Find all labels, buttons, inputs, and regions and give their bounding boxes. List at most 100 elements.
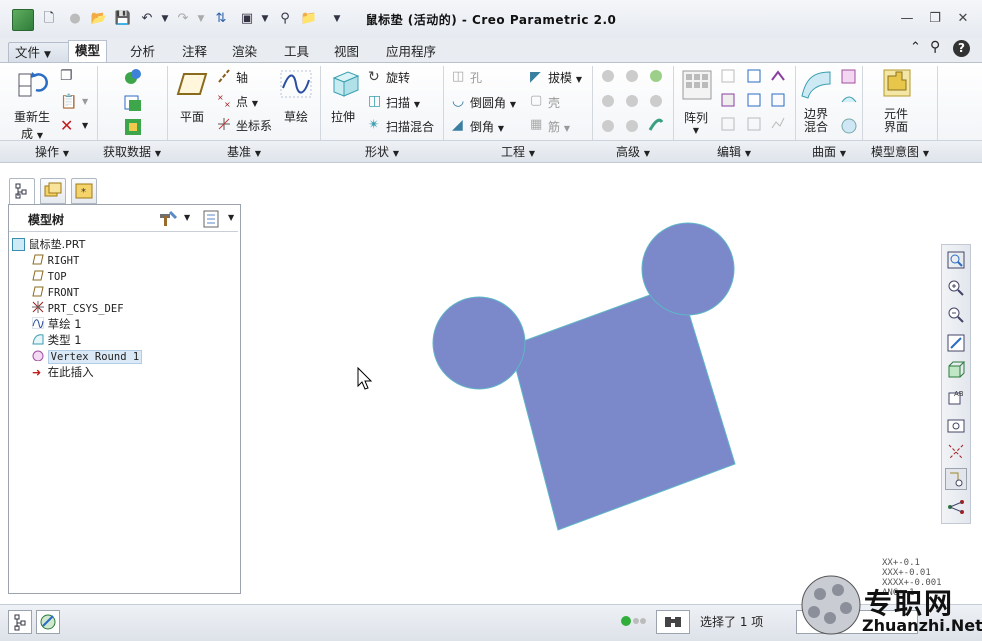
round-button[interactable]: 倒圆角 ▼	[470, 94, 516, 111]
zoom-in-icon[interactable]	[945, 277, 967, 299]
tab-model-tree[interactable]	[9, 178, 35, 206]
surface-tools-icons[interactable]	[840, 68, 858, 136]
minimize-button[interactable]: —	[896, 10, 918, 28]
sketch-icon[interactable]	[280, 70, 312, 98]
tab-view[interactable]: 视图	[328, 42, 365, 62]
point-button[interactable]: 点 ▼	[236, 93, 258, 110]
delete-dropdown-icon[interactable]: ▼	[82, 121, 88, 130]
hole-button[interactable]: 孔	[470, 69, 482, 86]
search-icon[interactable]: ⚲	[930, 39, 940, 55]
tree-node-part[interactable]: 鼠标垫.PRT	[12, 236, 85, 252]
draft-icon[interactable]: ◤	[530, 69, 541, 85]
plane-icon[interactable]	[176, 70, 208, 98]
csys-button[interactable]: 坐标系	[236, 117, 272, 134]
rib-icon[interactable]: ▦	[530, 117, 542, 132]
tab-applications[interactable]: 应用程序	[380, 42, 442, 62]
shrinkwrap-icon[interactable]	[124, 118, 142, 136]
pattern-icon[interactable]	[682, 70, 712, 100]
display-style-icon[interactable]	[945, 359, 967, 381]
tree-node-insert-here[interactable]: ➜ 在此插入	[32, 364, 94, 380]
tree-node-right[interactable]: RIGHT	[32, 252, 79, 268]
group-model-intent[interactable]: 模型意图 ▼	[864, 143, 936, 160]
group-advanced[interactable]: 高级 ▼	[594, 143, 672, 160]
copy-icon[interactable]: ❐	[60, 68, 73, 84]
zoom-out-icon[interactable]	[945, 304, 967, 326]
extrude-icon[interactable]	[330, 68, 360, 98]
csys-icon[interactable]	[216, 116, 232, 132]
swept-blend-icon[interactable]: ✴	[368, 117, 380, 133]
copy-geometry-icon[interactable]	[124, 94, 142, 112]
axis-button[interactable]: 轴	[236, 69, 248, 86]
chamfer-button[interactable]: 倒角 ▼	[470, 118, 504, 135]
close-button[interactable]: ✕	[952, 10, 974, 28]
sweep-button[interactable]: 扫描 ▼	[386, 94, 420, 111]
rib-button[interactable]: 筋 ▼	[548, 118, 570, 135]
component-interface-icon[interactable]	[882, 68, 912, 98]
plane-button[interactable]: 平面	[180, 108, 204, 125]
find-binoculars-icon[interactable]	[656, 610, 690, 634]
repaint-icon[interactable]	[945, 332, 967, 354]
pattern-button[interactable]: 阵列 ▼	[684, 109, 708, 135]
edit-tools-icons[interactable]	[720, 68, 790, 136]
tree-node-csys[interactable]: PRT_CSYS_DEF	[32, 300, 124, 316]
point-icon[interactable]: × ×	[216, 92, 232, 109]
show-icon[interactable]	[202, 210, 220, 228]
spin-center-icon[interactable]	[945, 468, 967, 490]
boundary-blend-button[interactable]: 边界 混合	[804, 108, 828, 134]
tab-favorites[interactable]: *	[71, 178, 97, 204]
annotation-display-icon[interactable]	[945, 496, 967, 518]
saved-orientations-icon[interactable]: AB	[945, 386, 967, 408]
tab-analysis[interactable]: 分析	[124, 42, 161, 62]
graphics-area[interactable]	[248, 170, 938, 600]
user-defined-feature-icon[interactable]	[124, 68, 142, 86]
shell-button[interactable]: 壳	[548, 94, 560, 111]
swept-blend-button[interactable]: 扫描混合	[386, 118, 434, 135]
tree-node-top[interactable]: TOP	[32, 268, 67, 284]
sketch-button[interactable]: 草绘	[284, 108, 308, 125]
regenerate-icon[interactable]	[18, 68, 48, 98]
group-get-data[interactable]: 获取数据 ▼	[99, 143, 165, 160]
boundary-blend-icon[interactable]	[800, 68, 832, 100]
show-dropdown-icon[interactable]: ▼	[228, 213, 234, 222]
tab-annotate[interactable]: 注释	[176, 42, 213, 62]
regenerate-button[interactable]: 重新生 成 ▼	[14, 108, 50, 142]
group-surfaces[interactable]: 曲面 ▼	[797, 143, 861, 160]
component-interface-button[interactable]: 元件 界面	[884, 108, 908, 134]
tree-node-vertex-round[interactable]: Vertex Round 1	[32, 348, 143, 364]
chamfer-icon[interactable]: ◢	[452, 117, 463, 133]
draft-button[interactable]: 拔模 ▼	[548, 69, 582, 86]
tab-model[interactable]: 模型	[68, 40, 108, 64]
tree-settings-dropdown-icon[interactable]: ▼	[184, 213, 190, 222]
hole-icon[interactable]: ◫	[452, 69, 464, 84]
tree-node-front[interactable]: FRONT	[32, 284, 79, 300]
view-manager-icon[interactable]	[945, 414, 967, 436]
tab-tools[interactable]: 工具	[278, 42, 315, 62]
collapse-ribbon-icon[interactable]: ⌃	[910, 40, 921, 55]
delete-icon[interactable]: ✕	[60, 116, 73, 135]
tree-settings-icon[interactable]	[158, 210, 178, 228]
paste-icon[interactable]: 📋	[60, 94, 77, 110]
tab-render[interactable]: 渲染	[226, 42, 263, 62]
group-edit[interactable]: 编辑 ▼	[675, 143, 793, 160]
axis-icon[interactable]	[216, 68, 232, 84]
datum-display-icon[interactable]	[945, 441, 967, 463]
group-shape[interactable]: 形状 ▼	[322, 143, 442, 160]
tab-file[interactable]: 文件 ▼	[8, 42, 72, 64]
paste-dropdown-icon[interactable]: ▼	[82, 97, 88, 106]
group-datum[interactable]: 基准 ▼	[169, 143, 319, 160]
tree-node-type[interactable]: 类型 1	[32, 332, 82, 348]
toggle-browser-icon[interactable]	[36, 610, 60, 634]
group-engineering[interactable]: 工程 ▼	[445, 143, 591, 160]
sweep-icon[interactable]: ◫	[368, 93, 381, 109]
tree-node-sketch[interactable]: 草绘 1	[32, 316, 82, 332]
maximize-button[interactable]: ❐	[924, 10, 946, 28]
revolve-icon[interactable]: ↻	[368, 69, 380, 85]
toggle-navigator-icon[interactable]	[8, 610, 32, 634]
help-icon[interactable]: ?	[953, 40, 970, 57]
tab-folder-browser[interactable]	[40, 178, 66, 204]
revolve-button[interactable]: 旋转	[386, 69, 410, 86]
shell-icon[interactable]: ▢	[530, 93, 542, 108]
group-operations[interactable]: 操作 ▼	[10, 143, 94, 160]
round-icon[interactable]: ◡	[452, 93, 464, 109]
mouse-pad-model[interactable]	[432, 222, 736, 531]
